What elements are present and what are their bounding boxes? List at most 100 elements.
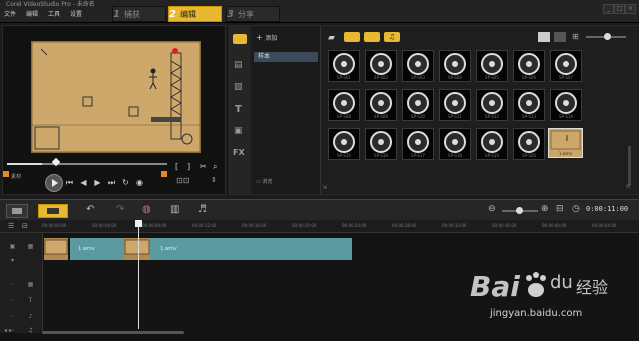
audio-thumbnail[interactable]: SP-S18: [439, 128, 471, 160]
audio-thumbnail[interactable]: SP-S06: [513, 50, 545, 82]
track-expand-icon[interactable]: ▾: [8, 257, 17, 264]
video-track-toggle-icon[interactable]: ▦: [26, 243, 35, 250]
music-track-toggle-icon[interactable]: ♫: [26, 327, 35, 334]
zoom-handle[interactable]: [516, 207, 523, 214]
title-icon[interactable]: T: [235, 104, 242, 115]
options-icon[interactable]: ⇱: [626, 184, 631, 191]
timecode-display[interactable]: ⊡⊡: [176, 176, 189, 185]
audio-thumbnail[interactable]: SP-S03: [402, 50, 434, 82]
transition-clip[interactable]: 1.wmv: [70, 238, 124, 260]
timecode-stepper[interactable]: ⇕: [211, 176, 217, 184]
zoom-out-icon[interactable]: ⊖: [488, 204, 496, 214]
audio-thumbnail[interactable]: SP-S08: [328, 89, 360, 121]
audio-thumbnail[interactable]: SP-S11: [439, 89, 471, 121]
chapter-icon[interactable]: ⊟: [22, 222, 28, 230]
transition-icon[interactable]: ▧: [234, 82, 243, 92]
video-thumbnail[interactable]: 1.wmv: [548, 128, 583, 158]
audio-thumbnail[interactable]: SP-S16: [365, 128, 397, 160]
voice-track-toggle-icon[interactable]: ♪: [26, 313, 35, 320]
sort-icon[interactable]: ⊞: [572, 32, 579, 41]
thumbnail-size-handle[interactable]: [604, 33, 611, 40]
folder-item-sample[interactable]: 样本: [254, 52, 318, 62]
thumbnail-view-icon[interactable]: [554, 32, 566, 42]
maximize-button[interactable]: □: [614, 4, 625, 14]
menu-tools[interactable]: 工具: [48, 9, 60, 18]
video-clip[interactable]: [44, 238, 68, 260]
audio-thumbnail[interactable]: SP-S10: [402, 89, 434, 121]
filter-icon[interactable]: FX: [233, 148, 245, 157]
trim-start-marker[interactable]: [3, 171, 9, 177]
video-clip[interactable]: [124, 238, 150, 260]
track-manager-icon[interactable]: ☰: [8, 222, 14, 230]
voice-track-icon[interactable]: ◦: [8, 313, 17, 320]
play-button[interactable]: [45, 174, 63, 192]
close-button[interactable]: ×: [625, 4, 636, 14]
media-category-icon[interactable]: [233, 34, 247, 44]
audio-thumbnail[interactable]: SP-S19: [476, 128, 508, 160]
undo-icon[interactable]: ↶: [86, 204, 94, 215]
video-track-icon[interactable]: ▣: [8, 243, 17, 250]
show-photo-toggle[interactable]: [364, 32, 380, 42]
storyboard-view-button[interactable]: [6, 204, 28, 218]
timeline-ruler[interactable]: 00:00:00:00 00:00:04:00 00:00:08:00 00:00:1…: [42, 220, 639, 232]
repeat-icon[interactable]: ↻: [121, 178, 130, 187]
audio-thumbnail[interactable]: SP-S17: [402, 128, 434, 160]
list-view-icon[interactable]: [538, 32, 550, 42]
audio-thumbnail[interactable]: SP-S05: [476, 50, 508, 82]
fit-project-icon[interactable]: ⊟: [556, 204, 564, 214]
folder-icon[interactable]: ▰: [328, 33, 335, 43]
zoom-icon[interactable]: ⌕: [213, 162, 217, 172]
audio-thumbnail[interactable]: SP-S02: [365, 50, 397, 82]
overlay-track-icon[interactable]: ◦: [8, 281, 17, 288]
audio-thumbnail[interactable]: SP-S09: [365, 89, 397, 121]
audio-thumbnail[interactable]: SP-S01: [328, 50, 360, 82]
minimize-button[interactable]: _: [603, 4, 614, 14]
tab-edit[interactable]: 2 编辑: [168, 6, 222, 22]
audio-thumbnail[interactable]: SP-S14: [550, 89, 582, 121]
show-video-toggle[interactable]: [344, 32, 360, 42]
project-clip-toggle[interactable]: 素材: [11, 174, 21, 180]
collapse-icon[interactable]: ⇲: [322, 184, 327, 191]
zoom-in-icon[interactable]: ⊕: [541, 204, 549, 214]
audio-thumbnail[interactable]: SP-S13: [513, 89, 545, 121]
audio-thumbnail[interactable]: SP-S12: [476, 89, 508, 121]
video-clip[interactable]: 1.wmv: [150, 238, 352, 260]
sound-mixer-icon[interactable]: ▥: [170, 204, 179, 215]
graphic-icon[interactable]: ▣: [234, 126, 243, 136]
tab-capture[interactable]: 1 捕获: [112, 6, 166, 22]
timeline-nav-icons[interactable]: ◂ ▸: [4, 327, 12, 334]
show-audio-toggle[interactable]: ♫: [384, 32, 400, 42]
browse-button[interactable]: ▭ 浏览: [256, 178, 272, 185]
overlay-track-toggle-icon[interactable]: ▦: [26, 281, 35, 288]
record-capture-icon[interactable]: ◍: [142, 204, 151, 215]
audio-thumbnail[interactable]: SP-S07: [550, 50, 582, 82]
audio-thumbnail[interactable]: SP-S15: [328, 128, 360, 160]
menu-edit[interactable]: 编辑: [26, 9, 38, 18]
timeline-view-button[interactable]: [38, 204, 68, 218]
timeline-scrollbar[interactable]: [42, 331, 184, 334]
timeline-timecode[interactable]: 0:00:11:00: [586, 205, 628, 213]
mark-in-button[interactable]: [: [175, 162, 178, 171]
cut-icon[interactable]: ✂: [200, 162, 207, 171]
scrub-bar[interactable]: [7, 163, 167, 165]
menu-settings[interactable]: 设置: [70, 9, 82, 18]
tab-share[interactable]: 3 分享: [226, 6, 280, 22]
menu-file[interactable]: 文件: [4, 9, 16, 18]
audio-thumbnail[interactable]: SP-S04: [439, 50, 471, 82]
home-icon[interactable]: ⏮: [65, 178, 74, 187]
trim-end-marker[interactable]: [161, 171, 167, 177]
volume-icon[interactable]: ◉: [135, 178, 144, 187]
end-icon[interactable]: ⏭: [107, 178, 116, 187]
auto-music-icon[interactable]: ♬: [198, 204, 207, 215]
previous-frame-icon[interactable]: ◀: [79, 178, 88, 187]
library-scrollbar[interactable]: [628, 146, 631, 186]
playhead[interactable]: [138, 220, 139, 329]
next-frame-icon[interactable]: ▶: [93, 178, 102, 187]
redo-icon[interactable]: ↷: [116, 204, 124, 215]
add-folder-button[interactable]: + 添加: [256, 33, 277, 42]
mark-out-button[interactable]: ]: [187, 162, 190, 171]
instant-project-icon[interactable]: ▤: [234, 60, 243, 70]
title-track-toggle-icon[interactable]: T: [26, 297, 35, 304]
title-track-icon[interactable]: ◦: [8, 297, 17, 304]
playhead-handle[interactable]: [135, 220, 142, 227]
